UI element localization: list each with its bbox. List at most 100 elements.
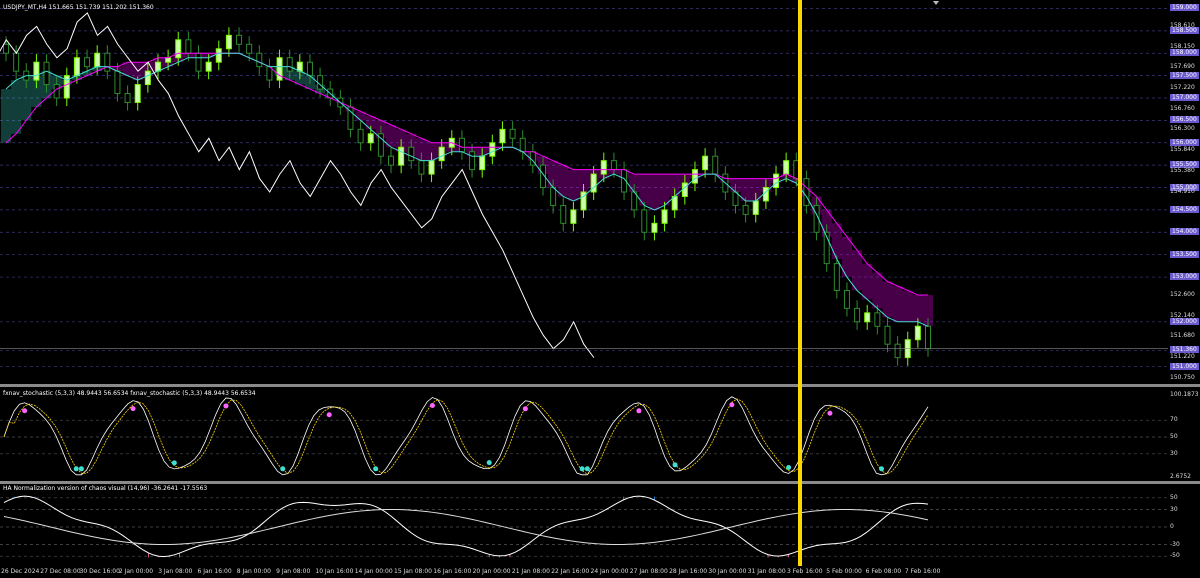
stoch-buy-marker bbox=[373, 466, 379, 472]
stoch-buy-marker bbox=[879, 466, 885, 472]
time-tick-label: 15 Jan 08:00 bbox=[394, 568, 432, 575]
time-tick-label: 7 Feb 16:00 bbox=[904, 568, 941, 575]
candle-body bbox=[610, 160, 617, 171]
oscillator-canvas[interactable] bbox=[0, 484, 1168, 566]
candle-body bbox=[752, 200, 759, 215]
time-tick-label: 2 Jan 00:00 bbox=[118, 568, 154, 575]
vertical-marker-line[interactable] bbox=[798, 0, 802, 566]
price-tick-label: 158.000 bbox=[1170, 49, 1199, 57]
candle-body bbox=[205, 61, 212, 72]
candle-body bbox=[256, 52, 263, 68]
price-chart-panel[interactable]: USDJPY_MT,H4 151.665 151.739 151.202 151… bbox=[0, 0, 1168, 384]
stoch-buy-marker bbox=[584, 466, 590, 472]
price-tick-label: 152.600 bbox=[1170, 290, 1195, 298]
kumo-segment bbox=[649, 174, 660, 210]
stoch-sell-marker bbox=[223, 403, 229, 409]
time-tick-label: 31 Jan 08:00 bbox=[747, 568, 786, 575]
candle-body bbox=[773, 173, 780, 189]
candle-body bbox=[803, 178, 810, 206]
time-tick-label: 30 Jan 00:00 bbox=[708, 568, 747, 575]
stoch-sell-marker bbox=[729, 402, 735, 408]
kumo-segment bbox=[11, 80, 22, 134]
candle-body bbox=[73, 57, 80, 77]
price-tick-label: 159.000 bbox=[1170, 4, 1199, 12]
candle-body bbox=[479, 155, 486, 171]
stoch-main-line bbox=[3, 396, 929, 476]
kumo-segment bbox=[558, 165, 569, 197]
time-tick-label: 27 Jan 08:00 bbox=[629, 568, 668, 575]
price-tick-label: 156.760 bbox=[1170, 104, 1195, 112]
candle-body bbox=[864, 312, 871, 323]
price-tick-label: 153.000 bbox=[1170, 273, 1199, 281]
osc-tick-label: 0 bbox=[1170, 523, 1174, 530]
candle-body bbox=[914, 325, 921, 341]
candle-body bbox=[681, 182, 688, 197]
candle-body bbox=[550, 187, 557, 206]
oscillator-axis[interactable]: 50 30 0 -30 -50 bbox=[1168, 484, 1200, 566]
candle-body bbox=[408, 146, 415, 162]
kumo-segment bbox=[862, 263, 873, 300]
kumo-segment bbox=[0, 89, 12, 143]
candle-body bbox=[154, 61, 161, 72]
price-tick-label: 157.690 bbox=[1170, 63, 1195, 71]
candle-body bbox=[134, 84, 141, 103]
price-tick-label: 154.000 bbox=[1170, 228, 1199, 236]
time-axis[interactable]: 26 Dec 2024 27 Dec 08:00 30 Dec 16:00 2 Jan… bbox=[0, 566, 1200, 578]
stochastic-canvas[interactable] bbox=[0, 387, 1168, 481]
time-tick-label: 16 Jan 16:00 bbox=[433, 568, 472, 575]
time-tick-label: 6 Jan 16:00 bbox=[197, 568, 232, 575]
oscillator-header: HA Normalization version of chaos visual… bbox=[3, 485, 208, 492]
time-tick-label: 5 Feb 00:00 bbox=[826, 568, 862, 575]
stoch-sell-marker bbox=[429, 403, 435, 409]
price-axis[interactable]: 159.000 158.610 158.500 158.150 158.000 157.6… bbox=[1168, 0, 1200, 384]
stoch-sell-marker bbox=[326, 412, 332, 418]
price-tick-label: 152.000 bbox=[1170, 317, 1199, 325]
osc-fast-line bbox=[3, 495, 929, 558]
candle-body bbox=[357, 128, 364, 144]
stoch-tick-label: 100.1873 bbox=[1170, 391, 1199, 398]
price-chart-canvas[interactable] bbox=[0, 0, 1168, 384]
candle-body bbox=[104, 52, 111, 72]
price-tick-label: 157.000 bbox=[1170, 94, 1199, 101]
candle-body bbox=[215, 48, 222, 63]
stochastic-header: fxnav_stochastic (5,3,3) 48.9443 56.6534… bbox=[3, 390, 256, 397]
price-tick-label: 156.500 bbox=[1170, 116, 1199, 124]
stoch-buy-marker bbox=[280, 466, 286, 472]
menu-triangle-icon[interactable] bbox=[933, 1, 939, 5]
candle-body bbox=[367, 133, 374, 144]
stoch-tick-label: 30 bbox=[1170, 449, 1178, 457]
candle-body bbox=[246, 43, 253, 54]
candle-body bbox=[560, 204, 567, 224]
time-tick-label: 3 Feb 16:00 bbox=[787, 568, 823, 575]
price-tick-label: 155.380 bbox=[1170, 166, 1195, 174]
stochastic-panel[interactable]: fxnav_stochastic (5,3,3) 48.9443 56.6534… bbox=[0, 387, 1168, 481]
kumo-segment bbox=[902, 290, 913, 322]
candle-body bbox=[296, 61, 303, 72]
osc-slow-line bbox=[3, 509, 929, 545]
candle-body bbox=[783, 160, 790, 175]
stoch-signal-line bbox=[3, 398, 929, 475]
price-tick-label: 155.840 bbox=[1170, 145, 1195, 153]
time-tick-label: 21 Jan 08:00 bbox=[511, 568, 550, 575]
kumo-segment bbox=[568, 169, 579, 201]
time-tick-label: 28 Jan 16:00 bbox=[669, 568, 708, 575]
chaos-oscillator-panel[interactable]: HA Normalization version of chaos visual… bbox=[0, 484, 1168, 566]
candle-body bbox=[225, 34, 232, 50]
price-tick-label: 157.220 bbox=[1170, 84, 1195, 92]
candle-body bbox=[114, 70, 121, 95]
time-tick-label: 20 Jan 00:00 bbox=[472, 568, 511, 575]
price-tick-label: 154.500 bbox=[1170, 205, 1199, 213]
stochastic-axis[interactable]: 100.1873 70 50 30 2.6752 bbox=[1168, 387, 1200, 481]
candle-body bbox=[469, 151, 476, 171]
kumo-segment bbox=[892, 286, 903, 322]
price-tick-label: 154.910 bbox=[1170, 187, 1195, 195]
candle-body bbox=[691, 169, 698, 184]
chart-header: USDJPY_MT,H4 151.665 151.739 151.202 151… bbox=[3, 4, 154, 11]
candle-body bbox=[317, 75, 324, 90]
mt4-chart-window[interactable]: USDJPY_MT,H4 151.665 151.739 151.202 151… bbox=[0, 0, 1200, 578]
time-tick-label: 26 Dec 2024 bbox=[1, 568, 40, 575]
candle-body bbox=[854, 307, 861, 323]
candle-body bbox=[570, 209, 577, 224]
candle-body bbox=[458, 137, 465, 153]
price-tick-label: 153.500 bbox=[1170, 250, 1199, 258]
